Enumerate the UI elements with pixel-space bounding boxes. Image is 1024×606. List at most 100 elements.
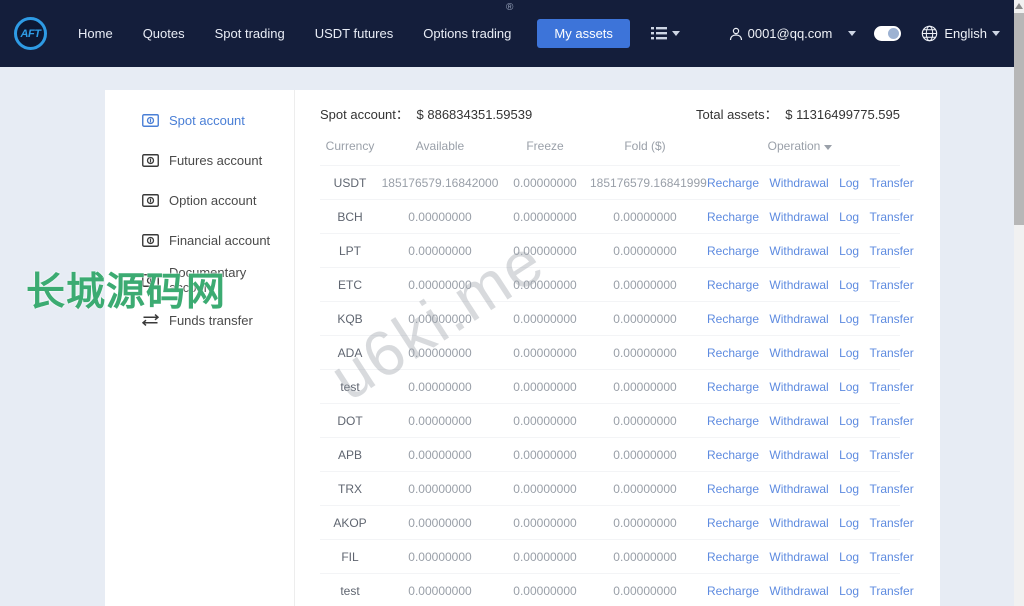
log-link[interactable]: Log [839, 346, 859, 360]
list-menu-button[interactable] [650, 27, 680, 40]
withdrawal-link[interactable]: Withdrawal [769, 380, 828, 394]
spot-account-panel: Spot account： $ 886834351.59539 Total as… [295, 90, 940, 606]
banknote-icon [142, 273, 159, 287]
available-cell: 0.00000000 [380, 233, 500, 268]
user-chevron-down-icon[interactable] [848, 31, 857, 36]
brand-logo[interactable]: AFT [14, 17, 47, 50]
currency-cell: BCH [320, 199, 380, 234]
page-scrollbar[interactable] [1014, 0, 1024, 606]
recharge-link[interactable]: Recharge [707, 176, 759, 190]
nav-item[interactable]: Home [63, 26, 128, 41]
transfer-link[interactable]: Transfer [869, 448, 913, 462]
sidebar-item-label: Spot account [169, 112, 245, 128]
scrollbar-thumb[interactable] [1014, 13, 1024, 225]
log-link[interactable]: Log [839, 516, 859, 530]
fold-cell: 0.00000000 [590, 471, 700, 506]
log-link[interactable]: Log [839, 278, 859, 292]
transfer-link[interactable]: Transfer [869, 414, 913, 428]
language-selector[interactable]: English [921, 25, 1000, 42]
transfer-link[interactable]: Transfer [869, 380, 913, 394]
sidebar-item-label: Funds transfer [169, 312, 253, 328]
transfer-link[interactable]: Transfer [869, 312, 913, 326]
recharge-link[interactable]: Recharge [707, 584, 759, 598]
available-cell: 0.00000000 [380, 403, 500, 438]
withdrawal-link[interactable]: Withdrawal [769, 176, 828, 190]
transfer-link[interactable]: Transfer [869, 244, 913, 258]
transfer-link[interactable]: Transfer [869, 550, 913, 564]
sidebar-item[interactable]: Documentary account [105, 260, 294, 300]
log-link[interactable]: Log [839, 550, 859, 564]
spot-account-total: Spot account： $ 886834351.59539 [320, 104, 532, 123]
log-link[interactable]: Log [839, 448, 859, 462]
account-sidebar: Spot account Futures account Option acco… [105, 90, 295, 606]
transfer-link[interactable]: Transfer [869, 176, 913, 190]
recharge-link[interactable]: Recharge [707, 516, 759, 530]
withdrawal-link[interactable]: Withdrawal [769, 244, 828, 258]
recharge-link[interactable]: Recharge [707, 278, 759, 292]
withdrawal-link[interactable]: Withdrawal [769, 550, 828, 564]
log-link[interactable]: Log [839, 482, 859, 496]
sidebar-item[interactable]: Futures account [105, 140, 294, 180]
available-cell: 185176579.16842000 [380, 165, 500, 200]
recharge-link[interactable]: Recharge [707, 482, 759, 496]
nav-item-my-assets[interactable]: My assets [537, 19, 630, 48]
recharge-link[interactable]: Recharge [707, 210, 759, 224]
withdrawal-link[interactable]: Withdrawal [769, 278, 828, 292]
log-link[interactable]: Log [839, 380, 859, 394]
log-link[interactable]: Log [839, 244, 859, 258]
log-link[interactable]: Log [839, 210, 859, 224]
transfer-link[interactable]: Transfer [869, 482, 913, 496]
available-cell: 0.00000000 [380, 573, 500, 606]
transfer-link[interactable]: Transfer [869, 346, 913, 360]
sidebar-item[interactable]: Funds transfer [105, 300, 294, 340]
log-link[interactable]: Log [839, 312, 859, 326]
banknote-icon [142, 153, 159, 167]
recharge-link[interactable]: Recharge [707, 244, 759, 258]
sidebar-item[interactable]: Financial account [105, 220, 294, 260]
withdrawal-link[interactable]: Withdrawal [769, 584, 828, 598]
transfer-link[interactable]: Transfer [869, 516, 913, 530]
recharge-link[interactable]: Recharge [707, 448, 759, 462]
available-cell: 0.00000000 [380, 471, 500, 506]
recharge-link[interactable]: Recharge [707, 550, 759, 564]
recharge-link[interactable]: Recharge [707, 346, 759, 360]
transfer-link[interactable]: Transfer [869, 278, 913, 292]
recharge-link[interactable]: Recharge [707, 380, 759, 394]
toggle-knob [888, 28, 900, 39]
table-row: AKOP 0.00000000 0.00000000 0.00000000 Re… [320, 505, 914, 540]
log-link[interactable]: Log [839, 176, 859, 190]
col-header-operation[interactable]: Operation [700, 129, 900, 166]
transfer-link[interactable]: Transfer [869, 584, 913, 598]
currency-cell: test [320, 573, 380, 606]
withdrawal-link[interactable]: Withdrawal [769, 482, 828, 496]
log-link[interactable]: Log [839, 414, 859, 428]
available-cell: 0.00000000 [380, 539, 500, 574]
fold-cell: 0.00000000 [590, 233, 700, 268]
total-assets: Total assets： $ 11316499775.595 [696, 104, 900, 123]
spot-account-value: $ 886834351.59539 [416, 107, 533, 122]
sidebar-item-label: Option account [169, 192, 257, 208]
withdrawal-link[interactable]: Withdrawal [769, 346, 828, 360]
user-account-button[interactable]: 0001@qq.com [729, 26, 832, 41]
nav-item[interactable]: Options trading [408, 26, 526, 41]
withdrawal-link[interactable]: Withdrawal [769, 312, 828, 326]
withdrawal-link[interactable]: Withdrawal [769, 448, 828, 462]
withdrawal-link[interactable]: Withdrawal [769, 414, 828, 428]
theme-toggle[interactable] [874, 26, 902, 41]
currency-cell: AKOP [320, 505, 380, 540]
registered-trademark-symbol: ® [506, 2, 514, 13]
sidebar-item-label: Futures account [169, 152, 263, 168]
recharge-link[interactable]: Recharge [707, 414, 759, 428]
log-link[interactable]: Log [839, 584, 859, 598]
scroll-up-arrow-icon[interactable] [1015, 3, 1023, 9]
transfer-link[interactable]: Transfer [869, 210, 913, 224]
nav-item[interactable]: Quotes [128, 26, 200, 41]
nav-item[interactable]: Spot trading [200, 26, 300, 41]
sidebar-item[interactable]: Option account [105, 180, 294, 220]
sidebar-item[interactable]: Spot account [105, 100, 294, 140]
fold-cell: 0.00000000 [590, 403, 700, 438]
recharge-link[interactable]: Recharge [707, 312, 759, 326]
withdrawal-link[interactable]: Withdrawal [769, 516, 828, 530]
withdrawal-link[interactable]: Withdrawal [769, 210, 828, 224]
nav-item[interactable]: USDT futures [300, 26, 409, 41]
